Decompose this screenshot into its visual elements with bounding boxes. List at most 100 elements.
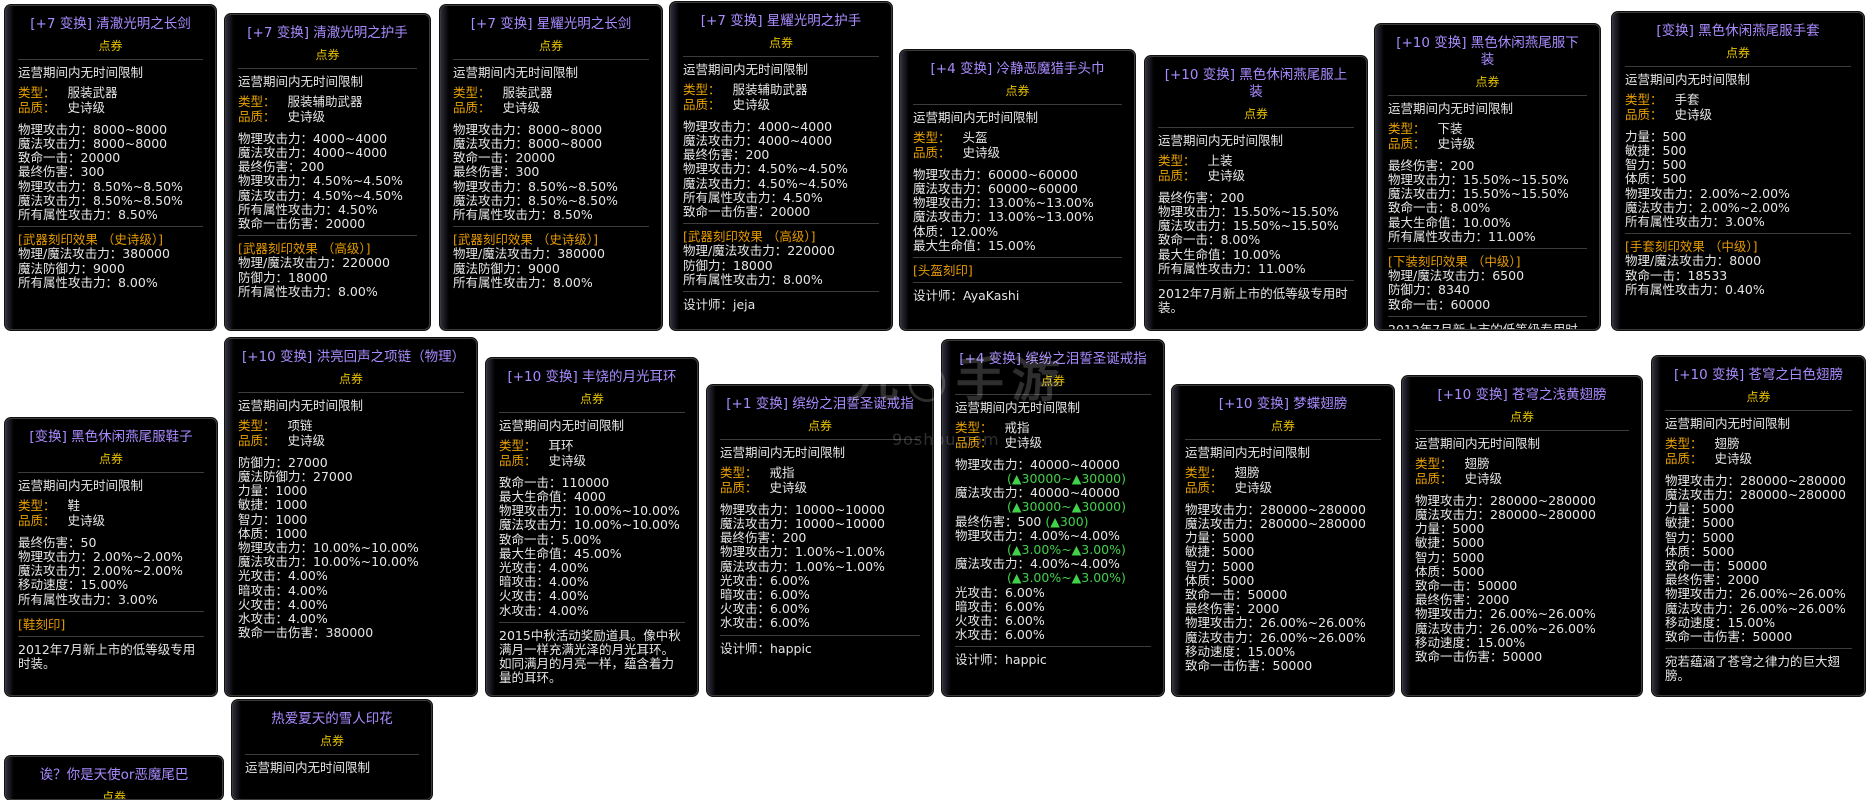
- tooltip-edge-glow: [1613, 13, 1621, 329]
- designer-credit: 设计师：AyaKashi: [913, 288, 1020, 304]
- stat-line: 防御力：27000: [238, 454, 328, 470]
- stat-line: 水攻击：6.00%: [955, 627, 1045, 643]
- divider: [1665, 648, 1852, 650]
- item-quality-line: 品质： 史诗级: [683, 97, 879, 112]
- engrave-stat-list: 物理/魔法攻击力：220000 防御力：18000 所有属性攻击力：8.00%: [238, 256, 417, 299]
- stat-line: 魔法攻击力：4000~4000: [238, 145, 388, 161]
- item-title: [+10 变换] 梦蝶翅膀: [1218, 396, 1348, 412]
- usage-period: 运营期间内无时间限制: [720, 445, 846, 461]
- engrave-stat-line: 所有属性攻击力：0.40%: [1625, 281, 1765, 297]
- engrave-stat-list: 物理/魔法攻击力：8000 致命一击：18533 所有属性攻击力：0.40%: [1625, 254, 1851, 297]
- stat-line: 魔法攻击力：26.00%~26.00%: [1665, 600, 1846, 616]
- stat-line: 最终伤害：2000: [1665, 572, 1760, 588]
- divider: [683, 291, 879, 293]
- stat-line: 魔法攻击力：26.00%~26.00%: [1415, 620, 1596, 636]
- engrave-effect-title: [武器刻印效果 （高级）]: [683, 229, 816, 245]
- currency-label: 点券: [98, 452, 123, 466]
- item-tooltip: 诶？你是天使or恶魔尾巴 点券: [5, 756, 223, 800]
- stat-line: 物理攻击力：26.00%~26.00%: [1185, 615, 1366, 631]
- stat-line: 物理攻击力：40000~40000: [955, 456, 1121, 472]
- tooltip-edge-glow: [1173, 386, 1181, 695]
- item-type-value: 服装武器: [67, 85, 118, 101]
- engrave-stat-line: 防御力：18000: [683, 257, 773, 273]
- item-title: [+7 变换] 清澈光明之长剑: [30, 16, 191, 32]
- stat-line: 所有属性攻击力：4.50%: [238, 201, 378, 217]
- stat-list: 防御力：27000 魔法防御力：27000 力量：1000 敏捷：1000 智力：100…: [238, 454, 464, 641]
- stat-line: 魔法攻击力：280000~280000: [1185, 516, 1366, 532]
- currency-label: 点券: [768, 36, 793, 50]
- tooltip-edge-glow: [1653, 357, 1661, 695]
- item-type-value: 头盔: [962, 130, 988, 146]
- stat-line: 火攻击：4.00%: [238, 596, 328, 612]
- divider: [913, 257, 1122, 259]
- divider: [1158, 280, 1354, 282]
- stat-line: 移动速度：15.00%: [1415, 634, 1526, 650]
- stat-list: 最终伤害：200 物理攻击力：15.50%~15.50% 魔法攻击力：15.50%~…: [1388, 158, 1587, 244]
- stat-line: 致命一击伤害：50000: [1665, 629, 1793, 645]
- stat-line: 魔法攻击力：13.00%~13.00%: [913, 209, 1094, 225]
- stat-line: 光攻击：4.00%: [499, 560, 589, 576]
- item-type-label: 类型：: [1158, 153, 1196, 169]
- item-quality-label: 品质：: [499, 452, 537, 468]
- stat-line: 致命一击伤害：50000: [1185, 658, 1313, 674]
- engrave-effect-title: [鞋刻印]: [18, 616, 66, 632]
- item-tooltip: [变换] 黑色休闲燕尾服手套 点券 运营期间内无时间限制 类型： 手套 品质： 史诗级 力量：…: [1612, 12, 1864, 330]
- item-type-value: 服装武器: [502, 85, 553, 101]
- item-title: [+10 变换] 丰饶的月光耳环: [507, 369, 677, 385]
- engrave-stat-list: 物理/魔法攻击力：6500 防御力：8340 致命一击：60000: [1388, 269, 1587, 312]
- engrave-effect-title: [武器刻印效果 （史诗级）]: [453, 232, 598, 248]
- stat-line: 魔法攻击力：1.00%~1.00%: [720, 558, 885, 574]
- designer-credit: 设计师：happic: [955, 652, 1047, 668]
- item-quality-value: 史诗级: [287, 432, 326, 448]
- stat-list: 物理攻击力：60000~60000 魔法攻击力：60000~60000 物理攻击力：…: [913, 167, 1122, 253]
- stat-line: 魔法攻击力：10.00%~10.00%: [499, 517, 680, 533]
- item-quality-label: 品质：: [720, 479, 758, 495]
- item-meta: 类型： 服装辅助武器 品质： 史诗级: [683, 83, 879, 111]
- item-meta: 类型： 头盔 品质： 史诗级: [913, 131, 1122, 159]
- stat-line: 物理攻击力：8.50%~8.50%: [18, 178, 183, 194]
- tooltip-edge-glow: [708, 386, 716, 695]
- item-description: 2012年7月新上市的低等级专用时装。: [1388, 321, 1578, 330]
- stat-line: 魔法攻击力：40000~40000: [955, 485, 1121, 501]
- stat-list: 物理攻击力：4000~4000 魔法攻击力：4000~4000 最终伤害：200 物理…: [238, 131, 417, 231]
- divider: [18, 472, 204, 474]
- item-title: [+4 变换] 冷静恶魔猎手头巾: [930, 61, 1105, 77]
- stat-line: 物理攻击力：8.50%~8.50%: [453, 178, 618, 194]
- stat-line: 物理攻击力：26.00%~26.00%: [1415, 606, 1596, 622]
- stat-list: 物理攻击力：280000~280000 魔法攻击力：280000~280000 力量…: [1415, 493, 1629, 664]
- item-type-line: 类型： 服装辅助武器: [683, 83, 879, 97]
- item-title: [+10 变换] 洪亮回声之项链（物理）: [242, 349, 466, 365]
- stat-line: 最终伤害：300: [18, 164, 105, 180]
- currency-label: 点券: [1243, 107, 1268, 121]
- engrave-stat-line: 致命一击：60000: [1388, 296, 1491, 312]
- stat-list: 最终伤害：200 物理攻击力：15.50%~15.50% 魔法攻击力：15.50%~…: [1158, 190, 1354, 276]
- item-type-line: 类型： 翅膀: [1415, 457, 1629, 471]
- stat-line: 最终伤害：200: [683, 147, 770, 163]
- stat-line: 致命一击：20000: [453, 150, 556, 166]
- stat-line: 火攻击：4.00%: [499, 588, 589, 604]
- divider: [913, 282, 1122, 284]
- engrave-stat-line: 所有属性攻击力：8.00%: [683, 271, 823, 287]
- item-tooltip: [+7 变换] 清澈光明之护手 点券 运营期间内无时间限制 类型： 服装辅助武器 品质： 史…: [225, 14, 430, 330]
- stat-line: 致命一击伤害：380000: [238, 625, 374, 641]
- stat-line: 光攻击：6.00%: [955, 584, 1045, 600]
- item-meta: 类型： 服装武器 品质： 史诗级: [18, 86, 203, 114]
- item-quality-line: 品质： 史诗级: [720, 479, 920, 495]
- divider: [913, 104, 1122, 106]
- stat-line: 暗攻击：4.00%: [238, 582, 328, 598]
- item-type-label: 类型：: [18, 85, 56, 101]
- divider: [720, 634, 920, 636]
- stat-list: 最终伤害：50 物理攻击力：2.00%~2.00% 魔法攻击力：2.00%~2.00…: [18, 535, 204, 607]
- stat-line: 魔法攻击力：4.50%~4.50%: [683, 175, 848, 191]
- item-description: 2012年7月新上市的低等级专用时装。: [18, 642, 196, 672]
- stat-line: 最终伤害：2000: [1415, 592, 1510, 608]
- item-tooltip: [+10 变换] 黑色休闲燕尾服下装 点券 运营期间内无时间限制 类型： 下装 品质： 史诗…: [1375, 24, 1600, 330]
- item-type-line: 类型： 耳环: [499, 439, 685, 453]
- stat-line: 智力：5000: [1415, 549, 1485, 565]
- currency-label: 点券: [1270, 419, 1295, 433]
- item-quality-value: 史诗级: [1207, 167, 1246, 183]
- currency-label: 点券: [101, 790, 126, 800]
- item-type-line: 类型： 项链: [238, 419, 464, 433]
- item-quality-value: 史诗级: [502, 99, 541, 115]
- item-quality-line: 品质： 史诗级: [1388, 136, 1587, 151]
